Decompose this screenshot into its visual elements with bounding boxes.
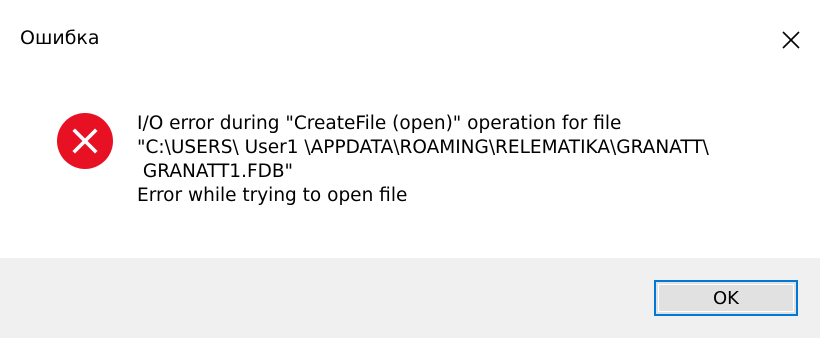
window-title: Ошибка (20, 27, 100, 49)
button-bar: OK (0, 258, 820, 338)
close-button[interactable] (762, 0, 820, 80)
error-icon (57, 113, 113, 169)
message-line: Error while trying to open file (137, 185, 408, 206)
error-dialog: Ошибка I/O error during "CreateFile (ope… (0, 0, 820, 338)
close-icon (782, 31, 800, 49)
ok-button[interactable]: OK (654, 280, 798, 316)
message-line: GRANATT1.FDB" (137, 161, 294, 182)
title-bar[interactable]: Ошибка (0, 0, 820, 80)
dialog-content: I/O error during "CreateFile (open)" ope… (0, 80, 820, 258)
ok-button-label: OK (713, 287, 739, 309)
message-line: "C:\USERS\ User1 \APPDATA\ROAMING\RELEMA… (137, 137, 709, 158)
message-line: I/O error during "CreateFile (open)" ope… (137, 113, 622, 134)
error-message: I/O error during "CreateFile (open)" ope… (137, 112, 807, 208)
